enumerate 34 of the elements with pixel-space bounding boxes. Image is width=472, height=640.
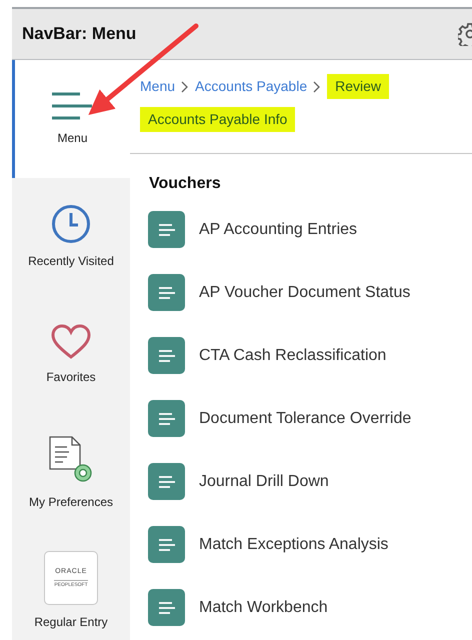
menu-icon xyxy=(52,91,94,121)
clock-icon xyxy=(51,204,91,244)
document-icon xyxy=(148,526,185,564)
heart-icon xyxy=(51,324,91,360)
sidebar-label: Recently Visited xyxy=(28,253,114,270)
sidebar-item[interactable]: Recently Visited xyxy=(12,178,130,296)
voucher-page-link[interactable]: CTA Cash Reclassification xyxy=(199,344,386,368)
breadcrumb-link[interactable]: Menu xyxy=(140,74,176,99)
document-icon xyxy=(148,274,185,312)
document-icon xyxy=(148,211,185,248)
voucher-page-link[interactable]: Match Workbench xyxy=(199,596,328,620)
chevron-icon xyxy=(313,80,322,92)
breadcrumb-link[interactable]: Accounts Payable xyxy=(195,74,308,99)
sidebar-label: Menu xyxy=(57,130,88,147)
sidebar-item[interactable]: Favorites xyxy=(12,296,130,414)
breadcrumb-link[interactable]: Accounts Payable Info xyxy=(140,107,296,132)
page-title: NavBar: Menu xyxy=(22,23,136,46)
document-icon xyxy=(148,463,185,500)
section-heading: Vouchers xyxy=(148,174,222,194)
document-icon xyxy=(148,337,185,374)
document-icon xyxy=(148,589,185,626)
voucher-page-link[interactable]: Match Exceptions Analysis xyxy=(199,532,388,557)
voucher-page-link[interactable]: Document Tolerance Override xyxy=(199,406,412,431)
sidebar-label: Regular Entry xyxy=(34,614,108,631)
voucher-page-link[interactable]: AP Voucher Document Status xyxy=(199,280,410,305)
breadcrumb-link[interactable]: Review xyxy=(327,74,390,99)
voucher-page-link[interactable]: Journal Drill Down xyxy=(199,470,329,494)
voucher-page-link[interactable]: AP Accounting Entries xyxy=(199,218,358,242)
sidebar-item[interactable]: My Preferences xyxy=(12,414,130,532)
chevron-icon xyxy=(181,80,190,92)
sidebar-label: Favorites xyxy=(46,369,96,386)
document-icon xyxy=(148,400,185,438)
sidebar-item[interactable]: Menu xyxy=(12,60,130,178)
sidebar-label: My Preferences xyxy=(28,494,114,511)
